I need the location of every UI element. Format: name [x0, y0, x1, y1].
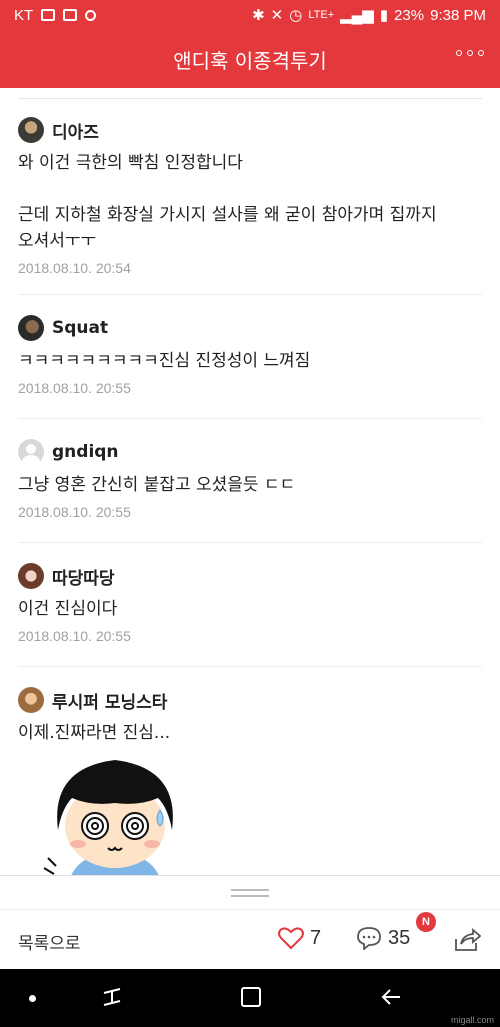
- alarm-icon: ◷: [289, 7, 303, 24]
- comment-line: 이제.진짜라면 진심...: [18, 723, 171, 743]
- comment-body: 이제.진짜라면 진심...: [18, 720, 482, 746]
- comment-date: 2018.08.10. 20:55: [18, 380, 131, 396]
- mute-icon: ✕: [270, 7, 284, 24]
- back-arrow-icon[interactable]: [380, 985, 404, 1009]
- divider: [18, 294, 482, 295]
- comment-line: 근데 지하철 화장실 가시지 설사를 왜 굳이 참아가며 집까지: [18, 205, 437, 225]
- back-to-list-button[interactable]: 목록으로: [18, 929, 81, 954]
- comment-nickname[interactable]: 디아즈: [52, 118, 99, 143]
- comment-date: 2018.08.10. 20:55: [18, 628, 131, 644]
- comment-nickname[interactable]: Squat: [52, 318, 108, 338]
- comment-nickname[interactable]: 루시퍼 모닝스타: [52, 688, 167, 713]
- app-bar: 앤디훅 이종격투기: [0, 30, 500, 88]
- comment-line: 오셔서ㅜㅜ: [18, 231, 97, 251]
- avatar[interactable]: [18, 117, 44, 143]
- comment-item: 루시퍼 모닝스타 이제.진짜라면 진심...: [18, 686, 482, 746]
- speech-bubble-icon: [357, 927, 381, 950]
- new-badge: N: [416, 912, 436, 932]
- divider: [18, 542, 482, 543]
- comment-line: ㅋㅋㅋㅋㅋㅋㅋㅋㅋ진심 진정성이 느껴짐: [18, 351, 311, 371]
- comment-line: 이건 진심이다: [18, 599, 118, 619]
- comment-date: 2018.08.10. 20:54: [18, 260, 131, 276]
- like-count: 7: [310, 926, 322, 949]
- comment-line: 와 이건 극한의 빡침 인정합니다: [18, 153, 243, 173]
- bottom-toolbar: 목록으로 7 35 N: [0, 909, 500, 969]
- app-notification-icon: [85, 9, 97, 21]
- home-icon[interactable]: [241, 987, 261, 1007]
- network-type: LTE+: [308, 9, 335, 21]
- nav-dot-icon[interactable]: [29, 995, 36, 1002]
- divider: [18, 98, 482, 99]
- comment-item: gndiqn 그냥 영혼 간신히 붙잡고 오셨을듯 ㄷㄷ 2018.08.10.…: [18, 438, 482, 520]
- carrier-label: KT: [14, 6, 34, 24]
- recent-apps-icon[interactable]: [100, 985, 124, 1009]
- comment-body: 와 이건 극한의 빡침 인정합니다 근데 지하철 화장실 가시지 설사를 왜 굳…: [18, 150, 482, 254]
- avatar[interactable]: [18, 563, 44, 589]
- comment-item: 따당따당 이건 진심이다 2018.08.10. 20:55: [18, 562, 482, 644]
- battery-level: 23%: [394, 6, 425, 24]
- comment-nickname[interactable]: gndiqn: [52, 442, 119, 462]
- avatar[interactable]: [18, 439, 44, 465]
- status-bar: KT ✱ ✕ ◷ LTE+ ▂▄▆ ▮ 23% 9:38 PM: [0, 0, 500, 30]
- divider: [18, 418, 482, 419]
- mail-notification-icon: [63, 9, 78, 21]
- comment-body: 그냥 영혼 간신히 붙잡고 오셨을듯 ㄷㄷ: [18, 472, 482, 498]
- bluetooth-icon: ✱: [252, 7, 265, 24]
- heart-icon: [278, 927, 304, 950]
- comment-date: 2018.08.10. 20:55: [18, 504, 131, 520]
- divider: [18, 666, 482, 667]
- page-title: 앤디훅 이종격투기: [173, 48, 327, 73]
- comment-count: 35: [388, 926, 411, 949]
- battery-icon: ▮: [379, 7, 389, 24]
- comment-list[interactable]: 디아즈 와 이건 극한의 빡침 인정합니다 근데 지하철 화장실 가시지 설사를…: [0, 88, 500, 875]
- comment-count-button[interactable]: 35: [356, 926, 410, 950]
- clock: 9:38 PM: [430, 6, 486, 24]
- comment-nickname[interactable]: 따당따당: [52, 564, 115, 589]
- like-button[interactable]: 7: [278, 926, 321, 950]
- dizzy-girl-sticker: [43, 760, 173, 875]
- avatar[interactable]: [18, 315, 44, 341]
- comment-body: ㅋㅋㅋㅋㅋㅋㅋㅋㅋ진심 진정성이 느껴짐: [18, 348, 482, 374]
- more-dots-icon[interactable]: [456, 50, 484, 56]
- gallery-notification-icon: [41, 9, 56, 21]
- system-nav-bar: migall.com: [0, 969, 500, 1027]
- comment-item: 디아즈 와 이건 극한의 빡침 인정합니다 근데 지하철 화장실 가시지 설사를…: [18, 116, 482, 276]
- watermark: migall.com: [450, 1015, 494, 1025]
- comment-item: Squat ㅋㅋㅋㅋㅋㅋㅋㅋㅋ진심 진정성이 느껴짐 2018.08.10. 2…: [18, 314, 482, 396]
- signal-icon: ▂▄▆: [340, 7, 374, 24]
- share-icon[interactable]: [453, 927, 481, 953]
- drag-handle-icon[interactable]: [231, 889, 269, 897]
- avatar[interactable]: [18, 687, 44, 713]
- comment-body: 이건 진심이다: [18, 596, 482, 622]
- bottom-sheet-handle-bar[interactable]: [0, 875, 500, 909]
- comment-line: 그냥 영혼 간신히 붙잡고 오셨을듯 ㄷㄷ: [18, 475, 296, 495]
